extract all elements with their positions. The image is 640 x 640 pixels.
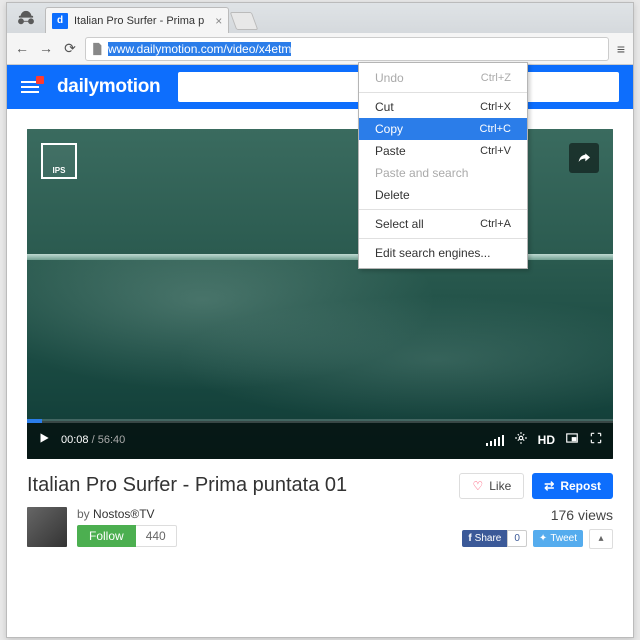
- avatar[interactable]: [27, 507, 67, 547]
- context-menu: UndoCtrl+Z CutCtrl+X CopyCtrl+C PasteCtr…: [358, 62, 528, 269]
- fullscreen-icon[interactable]: [589, 431, 603, 448]
- facebook-icon: f: [468, 533, 471, 544]
- facebook-share-button[interactable]: f Share 0: [462, 530, 527, 547]
- tab-bar: d Italian Pro Surfer - Prima p ×: [7, 3, 633, 33]
- menu-paste-search[interactable]: Paste and search: [359, 162, 527, 184]
- address-bar[interactable]: www.dailymotion.com/video/x4etm: [85, 37, 609, 61]
- menu-undo[interactable]: UndoCtrl+Z: [359, 67, 527, 89]
- browser-menu-button[interactable]: ≡: [617, 41, 625, 57]
- browser-tab[interactable]: d Italian Pro Surfer - Prima p ×: [45, 7, 229, 33]
- view-count: 176 views: [462, 507, 613, 523]
- heart-icon: ♡: [472, 479, 483, 493]
- close-tab-icon[interactable]: ×: [215, 14, 222, 28]
- menu-cut[interactable]: CutCtrl+X: [359, 96, 527, 118]
- incognito-icon: [7, 3, 45, 33]
- forward-button[interactable]: →: [39, 40, 53, 57]
- reload-button[interactable]: ⟳: [63, 40, 77, 57]
- menu-paste[interactable]: PasteCtrl+V: [359, 140, 527, 162]
- new-tab-button[interactable]: [230, 12, 259, 30]
- tweet-button[interactable]: ✦Tweet: [533, 530, 583, 547]
- url-selected: www.dailymotion.com/video/x4etm: [108, 42, 291, 56]
- repost-icon: ⇄: [544, 479, 554, 493]
- menu-copy[interactable]: CopyCtrl+C: [359, 118, 527, 140]
- notification-dot-icon: [36, 76, 44, 84]
- facebook-count: 0: [507, 530, 527, 547]
- watermark: IPS: [41, 143, 77, 179]
- channel-name[interactable]: Nostos®TV: [93, 507, 155, 521]
- hd-button[interactable]: HD: [538, 433, 555, 447]
- channel-byline: by Nostos®TV: [77, 507, 177, 521]
- play-button[interactable]: [37, 431, 51, 448]
- page-icon: [90, 42, 104, 56]
- favicon-icon: d: [52, 13, 68, 29]
- video-title: Italian Pro Surfer - Prima puntata 01: [27, 474, 347, 497]
- more-share-button[interactable]: ▴: [589, 529, 613, 549]
- volume-icon[interactable]: [486, 434, 504, 446]
- brand-logo[interactable]: dailymotion: [57, 76, 160, 98]
- follow-button[interactable]: Follow: [77, 525, 136, 547]
- browser-toolbar: ← → ⟳ www.dailymotion.com/video/x4etm ≡: [7, 33, 633, 65]
- like-button[interactable]: ♡ Like: [459, 473, 524, 499]
- follower-count: 440: [136, 525, 177, 547]
- player-controls: 00:08 / 56:40 HD: [27, 421, 613, 459]
- progress-bar[interactable]: [27, 419, 613, 423]
- back-button[interactable]: ←: [15, 40, 29, 57]
- menu-button[interactable]: [21, 81, 39, 93]
- menu-delete[interactable]: Delete: [359, 184, 527, 206]
- miniplayer-icon[interactable]: [565, 431, 579, 448]
- share-overlay-button[interactable]: [569, 143, 599, 173]
- settings-icon[interactable]: [514, 431, 528, 448]
- tab-title: Italian Pro Surfer - Prima p: [74, 15, 204, 27]
- twitter-icon: ✦: [539, 533, 547, 544]
- site-header: dailymotion: [7, 65, 633, 109]
- menu-edit-engines[interactable]: Edit search engines...: [359, 242, 527, 264]
- repost-button[interactable]: ⇄ Repost: [532, 473, 613, 499]
- time-display: 00:08 / 56:40: [61, 434, 125, 446]
- menu-select-all[interactable]: Select allCtrl+A: [359, 213, 527, 235]
